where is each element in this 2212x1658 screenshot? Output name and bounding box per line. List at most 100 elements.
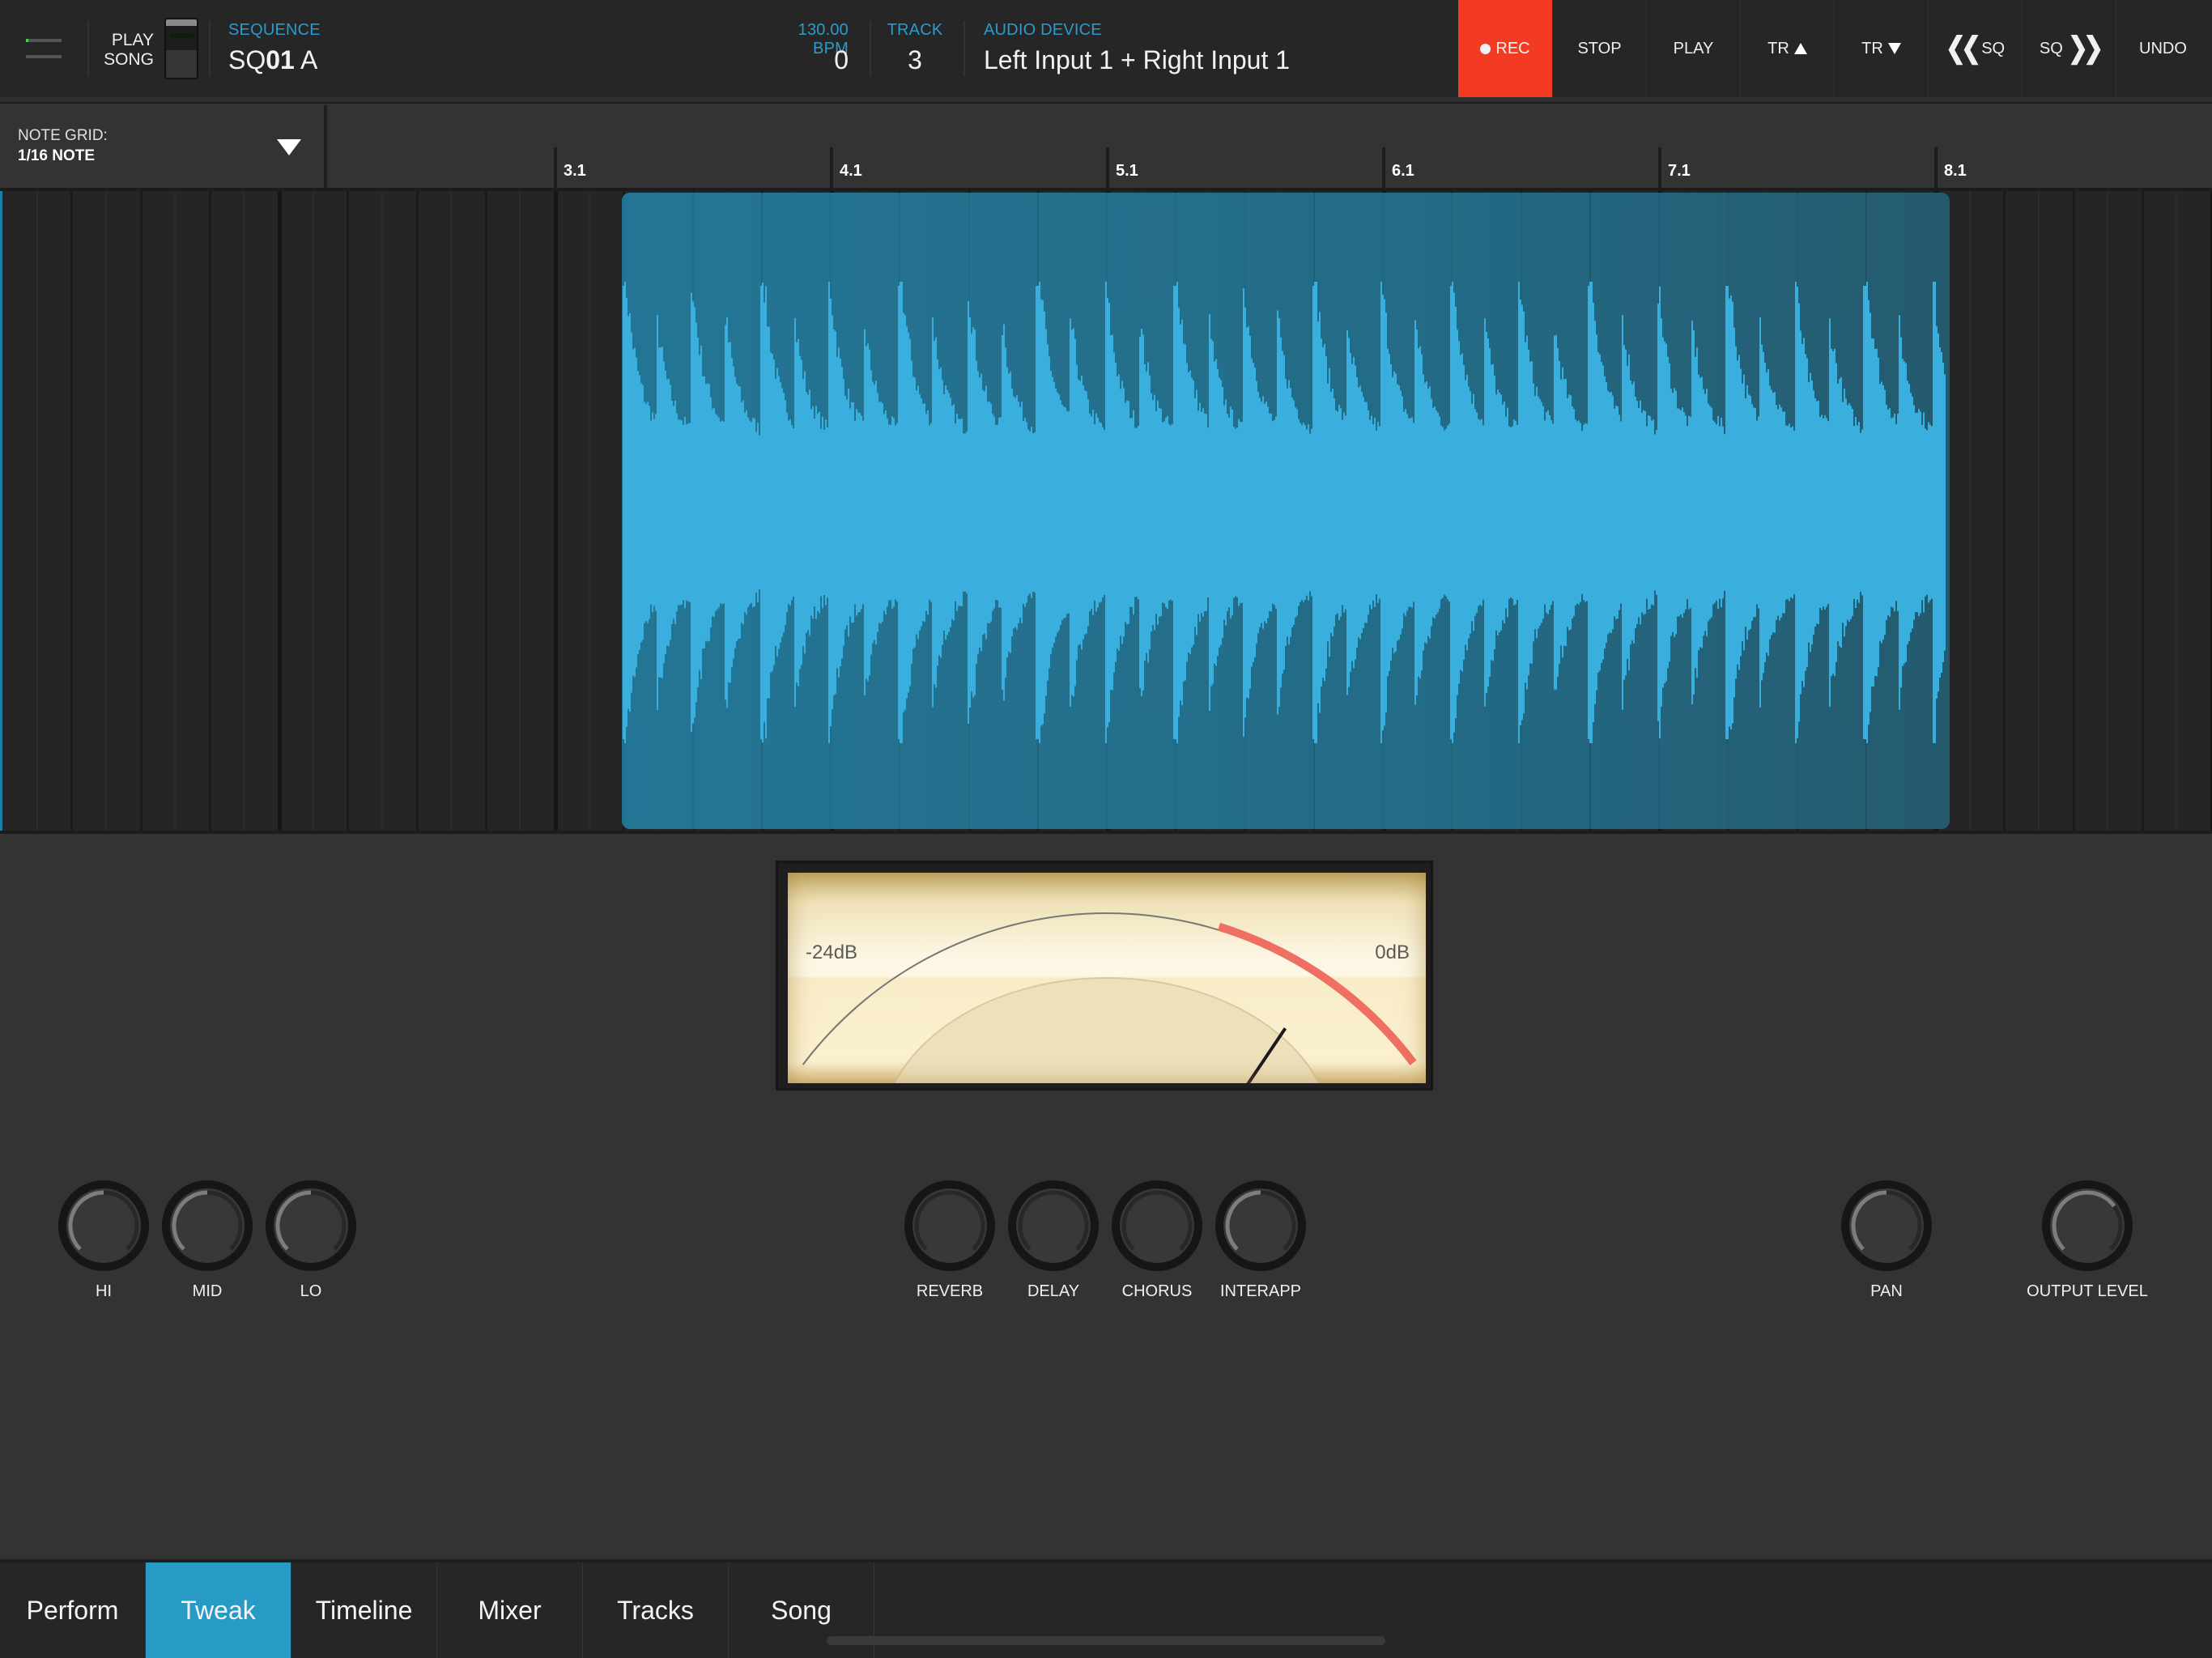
knob-chorus[interactable]: [1112, 1180, 1202, 1271]
grid-line: [2073, 191, 2075, 831]
knob-label: PAN: [1870, 1282, 1903, 1300]
playhead-marker: [0, 191, 2, 831]
play-song-label: PLAY SONG: [97, 31, 154, 70]
grid-line: [140, 191, 143, 831]
vu-min-label: -24dB: [806, 942, 858, 963]
tab-tweak[interactable]: Tweak: [146, 1562, 291, 1658]
ruler-bar-label: 8.1: [1944, 162, 1967, 180]
track-down-button[interactable]: TR: [1834, 0, 1928, 97]
app-root: PLAY SONG SEQUENCE SQ01 A 130.00 BPM 0 T…: [0, 0, 2212, 1658]
knob-label: INTERAPP: [1219, 1282, 1302, 1300]
track-down-label: TR: [1861, 39, 1883, 57]
knob-mid[interactable]: [162, 1180, 253, 1271]
vu-max-label: 0dB: [1375, 942, 1410, 963]
ruler-bar-label: 4.1: [840, 162, 862, 180]
grid-line: [554, 191, 558, 831]
seq-prev-label: SQ: [1981, 39, 2006, 57]
toggle-cap: [166, 19, 197, 26]
double-chevron-left-icon: ❮❮: [1945, 32, 1981, 65]
status-led-icon: [26, 39, 28, 42]
tab-label: Song: [771, 1595, 832, 1625]
divider: [87, 21, 89, 76]
undo-button[interactable]: UNDO: [2116, 0, 2210, 97]
note-grid-label: NOTE GRID:: [18, 127, 108, 144]
tab-tracks[interactable]: Tracks: [583, 1562, 729, 1658]
tab-perform[interactable]: Perform: [0, 1562, 146, 1658]
triangle-down-icon: [1887, 43, 1901, 54]
tab-mixer[interactable]: Mixer: [437, 1562, 583, 1658]
seq-prev-button[interactable]: ❮❮ SQ: [1928, 0, 2022, 97]
menu-icon-line: [26, 55, 62, 58]
knob-output-level[interactable]: [2042, 1180, 2133, 1271]
grid-line: [485, 191, 487, 831]
note-grid-value: 1/16 NOTE: [18, 147, 96, 164]
note-grid-dropdown[interactable]: NOTE GRID: 1/16 NOTE: [0, 105, 324, 189]
track-up-button[interactable]: TR: [1740, 0, 1834, 97]
play-button[interactable]: PLAY: [1646, 0, 1740, 97]
vu-meter-scale: [802, 912, 1417, 1083]
grid-line: [2003, 191, 2006, 831]
divider: [209, 21, 211, 76]
top-toolbar: PLAY SONG SEQUENCE SQ01 A 130.00 BPM 0 T…: [0, 0, 2212, 97]
grid-line: [278, 191, 282, 831]
knob-reverb[interactable]: [904, 1180, 995, 1271]
ruler-bar-tick: [554, 147, 557, 189]
grid-line: [1969, 191, 1971, 831]
grid-line: [381, 191, 383, 831]
sequence-prefix: SQ: [228, 45, 266, 74]
toggle-lower: [166, 50, 197, 78]
grid-line: [70, 191, 73, 831]
vu-red-zone: [1218, 922, 1417, 1065]
grid-line: [243, 191, 245, 831]
knob-interapp[interactable]: [1215, 1180, 1306, 1271]
bpm-value[interactable]: 0: [759, 45, 849, 75]
home-indicator: [827, 1636, 1385, 1645]
knob-lo[interactable]: [266, 1180, 356, 1271]
knob-hi[interactable]: [58, 1180, 149, 1271]
track-up-label: TR: [1767, 39, 1789, 57]
audio-device-value[interactable]: Left Input 1 + Right Input 1: [984, 45, 1290, 75]
tab-timeline[interactable]: Timeline: [291, 1562, 437, 1658]
grid-line: [519, 191, 521, 831]
tab-label: Tweak: [181, 1595, 256, 1625]
ruler-bar-label: 3.1: [564, 162, 586, 180]
stop-button[interactable]: STOP: [1552, 0, 1646, 97]
timeline-ruler[interactable]: 3.1 4.1 5.1 6.1 7.1 8.1: [327, 105, 2212, 189]
grid-line: [2176, 191, 2177, 831]
audio-waveform: [623, 193, 1946, 829]
divider: [963, 21, 965, 76]
track-lane[interactable]: [0, 191, 2212, 831]
sequence-number: 01: [266, 45, 295, 74]
ruler-bar-tick: [830, 147, 833, 189]
grid-line: [313, 191, 314, 831]
knob-delay[interactable]: [1008, 1180, 1099, 1271]
knob-label: OUTPUT LEVEL: [2027, 1282, 2148, 1300]
seq-next-button[interactable]: SQ ❯❯: [2022, 0, 2116, 97]
play-song-toggle[interactable]: [164, 18, 198, 79]
double-chevron-right-icon: ❯❯: [2067, 32, 2104, 65]
vu-scale-arc: [802, 912, 1412, 1065]
dropdown-triangle-icon: [277, 139, 301, 155]
divider: [0, 831, 2212, 834]
divider: [870, 21, 871, 76]
grid-line: [416, 191, 419, 831]
sequence-label: SEQUENCE: [228, 21, 321, 39]
grid-line: [209, 191, 211, 831]
ruler-bar-label: 6.1: [1392, 162, 1414, 180]
undo-label: UNDO: [2139, 39, 2187, 57]
audio-region[interactable]: [622, 193, 1950, 829]
grid-line: [2107, 191, 2108, 831]
menu-button[interactable]: [16, 24, 73, 73]
grid-line: [174, 191, 176, 831]
track-label: TRACK: [887, 21, 943, 39]
sequence-selector[interactable]: SQ01 A: [228, 45, 317, 75]
triangle-up-icon: [1793, 43, 1807, 54]
track-value[interactable]: 3: [883, 45, 947, 75]
ruler-bar-label: 5.1: [1116, 162, 1138, 180]
rec-button[interactable]: REC: [1458, 0, 1552, 97]
rec-label: REC: [1495, 39, 1530, 57]
tab-label: Timeline: [315, 1595, 413, 1625]
knob-pan[interactable]: [1841, 1180, 1932, 1271]
toggle-upper: [166, 26, 197, 50]
waveform-path: [623, 282, 1946, 743]
